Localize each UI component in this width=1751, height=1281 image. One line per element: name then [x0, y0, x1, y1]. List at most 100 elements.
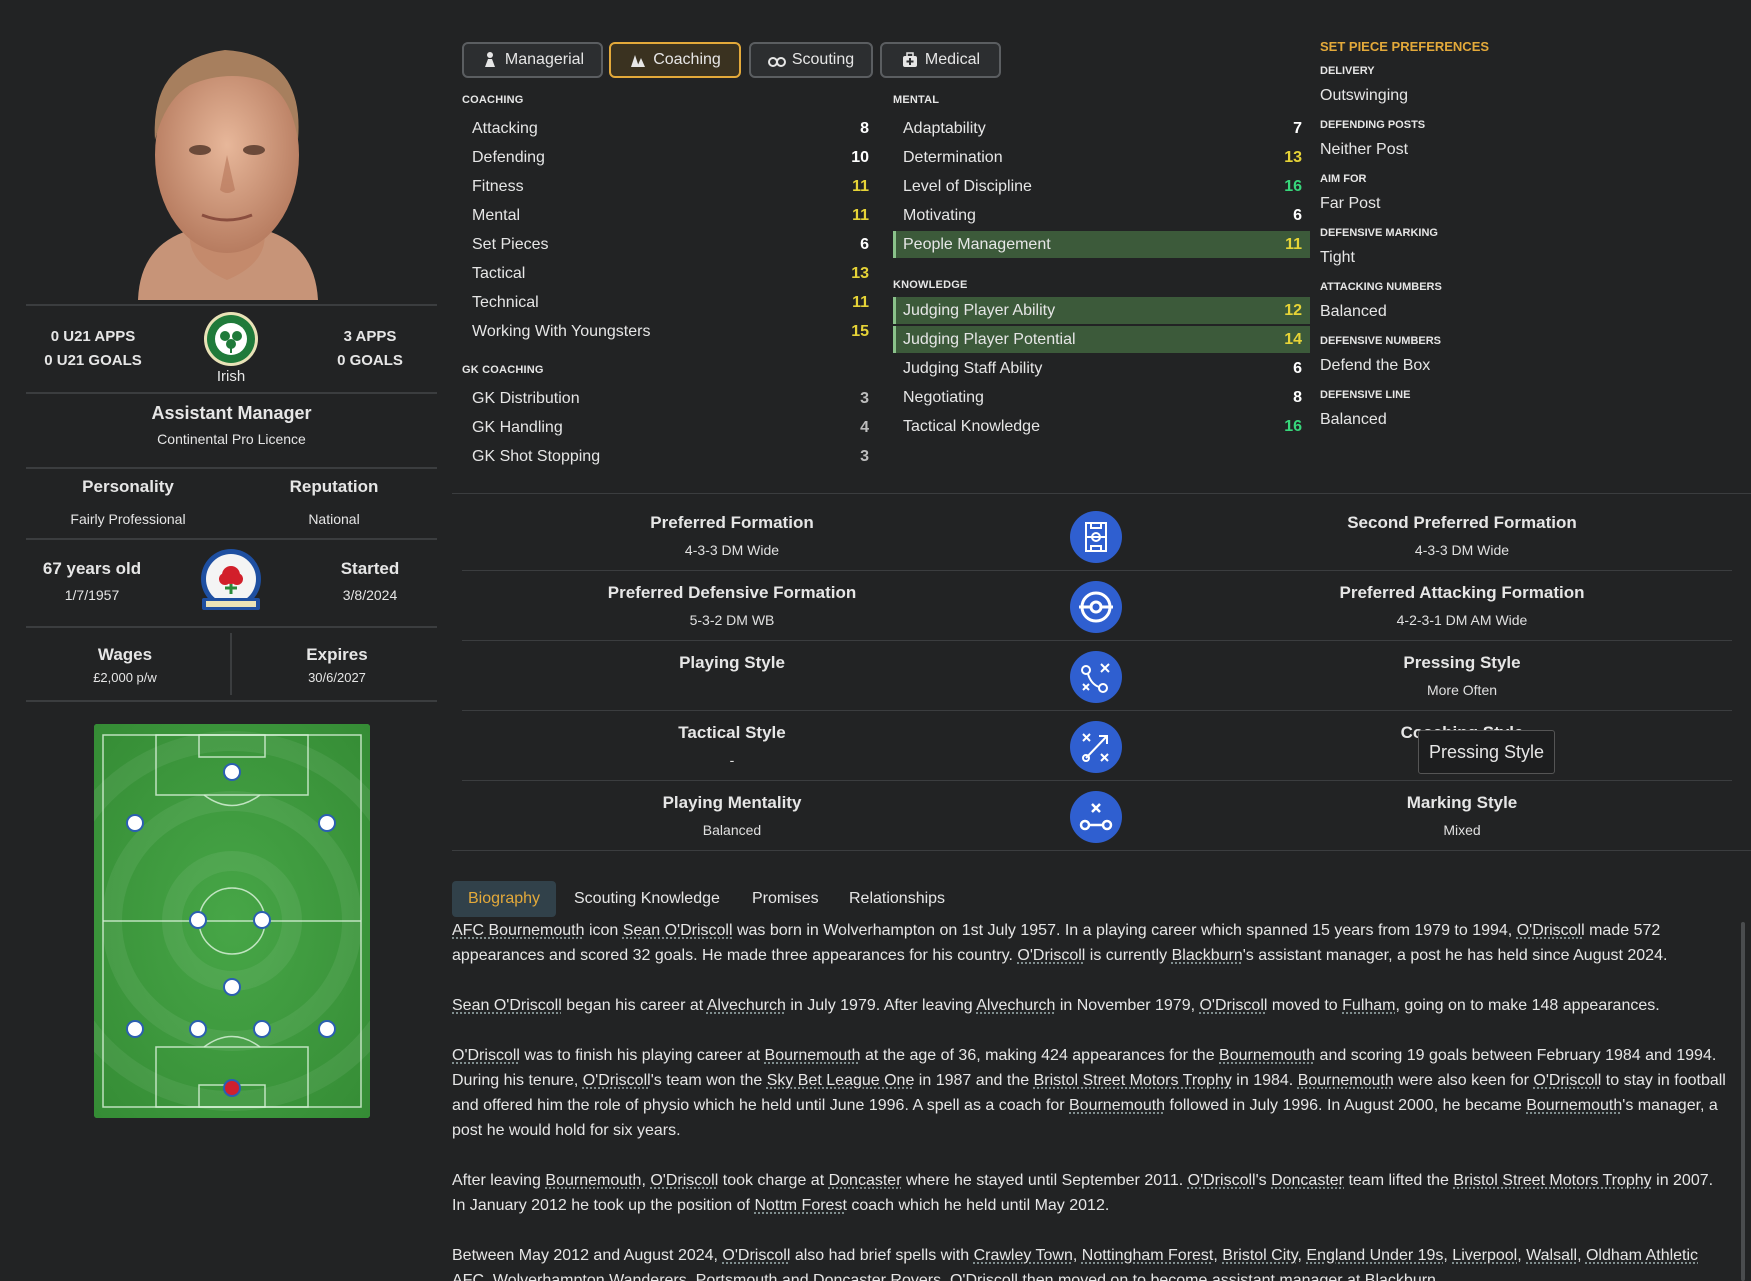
bio-link[interactable]: Fulham	[1342, 997, 1395, 1014]
divider	[462, 640, 1732, 641]
bio-link[interactable]: Bournemouth	[1526, 1097, 1622, 1114]
bio-link[interactable]: Nottingham Forest	[1082, 1247, 1214, 1264]
bio-link[interactable]: Doncaster	[1271, 1172, 1344, 1189]
staff-photo	[120, 30, 335, 300]
attribute-row[interactable]: Adaptability 7	[893, 115, 1310, 142]
attribute-row[interactable]: Tactical 13	[462, 260, 877, 287]
attribute-row[interactable]: Tactical Knowledge 16	[893, 413, 1310, 440]
tab-scouting-label: Scouting	[791, 51, 855, 68]
tooltip: Pressing Style	[1418, 730, 1555, 774]
tactics-icon[interactable]	[1070, 651, 1122, 703]
bio-text: where he stayed until September 2011.	[901, 1172, 1188, 1189]
set-piece-value: Neither Post	[1320, 141, 1409, 158]
bio-link[interactable]: Blackburn	[1172, 947, 1243, 964]
attribute-row[interactable]: Defending 10	[462, 144, 877, 171]
set-piece-value: Defend the Box	[1320, 357, 1431, 374]
attribute-row[interactable]: Mental 11	[462, 202, 877, 229]
target-icon[interactable]	[1070, 581, 1122, 633]
bio-link[interactable]: Crawley Town	[974, 1247, 1073, 1264]
bio-link[interactable]: O'Driscoll	[1188, 1172, 1256, 1189]
attribute-row[interactable]: Judging Player Potential 14	[893, 326, 1310, 353]
bio-link[interactable]: Doncaster	[829, 1172, 902, 1189]
bio-link[interactable]: Bristol City	[1222, 1247, 1297, 1264]
bio-link[interactable]: Nottm Forest	[754, 1197, 846, 1214]
bio-link[interactable]: Bournemouth	[545, 1172, 641, 1189]
bio-link[interactable]: Doncaster Rovers	[813, 1272, 941, 1281]
attribute-row[interactable]: GK Distribution 3	[462, 385, 877, 412]
bio-text: 's assistant manager, a post he has held…	[1242, 947, 1668, 964]
attribute-name: Defending	[472, 148, 545, 166]
attribute-row[interactable]: Judging Player Ability 12	[893, 297, 1310, 324]
bio-link[interactable]: O'Driscoll	[722, 1247, 790, 1264]
club-crest[interactable]	[198, 548, 264, 614]
attribute-row[interactable]: Fitness 11	[462, 173, 877, 200]
formation-label: Pressing Style	[1403, 653, 1521, 672]
attribute-row[interactable]: Level of Discipline 16	[893, 173, 1310, 200]
bio-text: was born in Wolverhampton on 1st July 19…	[732, 922, 1517, 939]
bio-link[interactable]: O'Driscoll	[1517, 922, 1585, 939]
attribute-row[interactable]: GK Handling 4	[462, 414, 877, 441]
bio-link[interactable]: Bournemouth	[1069, 1097, 1165, 1114]
job-role: Assistant Manager	[151, 403, 312, 423]
tab-managerial[interactable]: Managerial	[462, 42, 603, 78]
bio-link[interactable]: Sean O'Driscoll	[623, 922, 733, 939]
bio-link[interactable]: AFC Bournemouth	[452, 922, 585, 939]
tactics-arrow-icon[interactable]	[1070, 721, 1122, 773]
formation-value: 5-3-2 DM WB	[689, 612, 775, 628]
attribute-value: 15	[851, 322, 869, 340]
nation-badge[interactable]	[203, 311, 259, 367]
tab-scouting-knowledge[interactable]: Scouting Knowledge	[558, 881, 736, 917]
bio-link[interactable]: Bournemouth	[1298, 1072, 1394, 1089]
attribute-row[interactable]: Working With Youngsters 15	[462, 318, 877, 345]
coaching-icon	[631, 55, 646, 67]
set-piece-value: Balanced	[1320, 303, 1387, 320]
bio-link[interactable]: Sky Bet League One	[767, 1072, 915, 1089]
tab-scouting[interactable]: Scouting	[749, 42, 873, 78]
tab-medical[interactable]: Medical	[880, 42, 1001, 78]
set-piece-label: DELIVERY	[1320, 65, 1375, 77]
bio-link[interactable]: O'Driscoll	[1199, 997, 1267, 1014]
formation-label: Marking Style	[1406, 793, 1518, 812]
bio-link[interactable]: England Under 19s	[1306, 1247, 1443, 1264]
bio-link[interactable]: Alvechurch	[976, 997, 1055, 1014]
attribute-row[interactable]: Motivating 6	[893, 202, 1310, 229]
bio-link[interactable]: Bristol Street Motors Trophy	[1453, 1172, 1651, 1189]
tab-promises[interactable]: Promises	[736, 881, 835, 917]
gk-coaching-heading: GK COACHING	[462, 364, 544, 376]
wages-value: £2,000 p/w	[93, 670, 157, 685]
expires-label: Expires	[306, 645, 368, 664]
bio-link[interactable]: O'Driscoll	[1533, 1072, 1601, 1089]
pitch-icon[interactable]	[1070, 511, 1122, 563]
bio-link[interactable]: Portsmouth	[696, 1272, 778, 1281]
bio-link[interactable]: Walsall	[1526, 1247, 1577, 1264]
bio-link[interactable]: Blackburn	[1365, 1272, 1436, 1281]
bio-link[interactable]: Bristol Street Motors Trophy	[1034, 1072, 1232, 1089]
attribute-row[interactable]: Attacking 8	[462, 115, 877, 142]
scrollbar[interactable]	[1741, 922, 1745, 1281]
bio-link[interactable]: Bournemouth	[765, 1047, 861, 1064]
attribute-row[interactable]: GK Shot Stopping 3	[462, 443, 877, 470]
bio-link[interactable]: O'Driscoll	[583, 1072, 651, 1089]
bio-text: is currently	[1085, 947, 1172, 964]
bio-link[interactable]: Wolverhampton Wanderers	[493, 1272, 687, 1281]
attribute-row[interactable]: Negotiating 8	[893, 384, 1310, 411]
play-icon[interactable]	[1070, 791, 1122, 843]
bio-link[interactable]: Sean O'Driscoll	[452, 997, 562, 1014]
bio-link[interactable]: Alvechurch	[707, 997, 786, 1014]
tab-coaching[interactable]: Coaching	[609, 42, 741, 78]
attribute-row[interactable]: Judging Staff Ability 6	[893, 355, 1310, 382]
bio-link[interactable]: O'Driscoll	[1017, 947, 1085, 964]
tab-relationships[interactable]: Relationships	[833, 881, 961, 917]
attribute-row[interactable]: Set Pieces 6	[462, 231, 877, 258]
bio-paragraph: Sean O'Driscoll began his career at Alve…	[452, 993, 1727, 1018]
bio-link[interactable]: O'Driscoll	[650, 1172, 718, 1189]
attribute-name: Mental	[472, 206, 521, 224]
bio-link[interactable]: O'Driscoll	[452, 1047, 520, 1064]
attribute-row[interactable]: People Management 11	[893, 231, 1310, 258]
attribute-row[interactable]: Determination 13	[893, 144, 1310, 171]
bio-link[interactable]: Bournemouth	[1219, 1047, 1315, 1064]
tab-biography[interactable]: Biography	[452, 881, 557, 917]
attribute-value: 3	[860, 447, 869, 465]
bio-link[interactable]: Liverpool	[1452, 1247, 1517, 1264]
attribute-row[interactable]: Technical 11	[462, 289, 877, 316]
